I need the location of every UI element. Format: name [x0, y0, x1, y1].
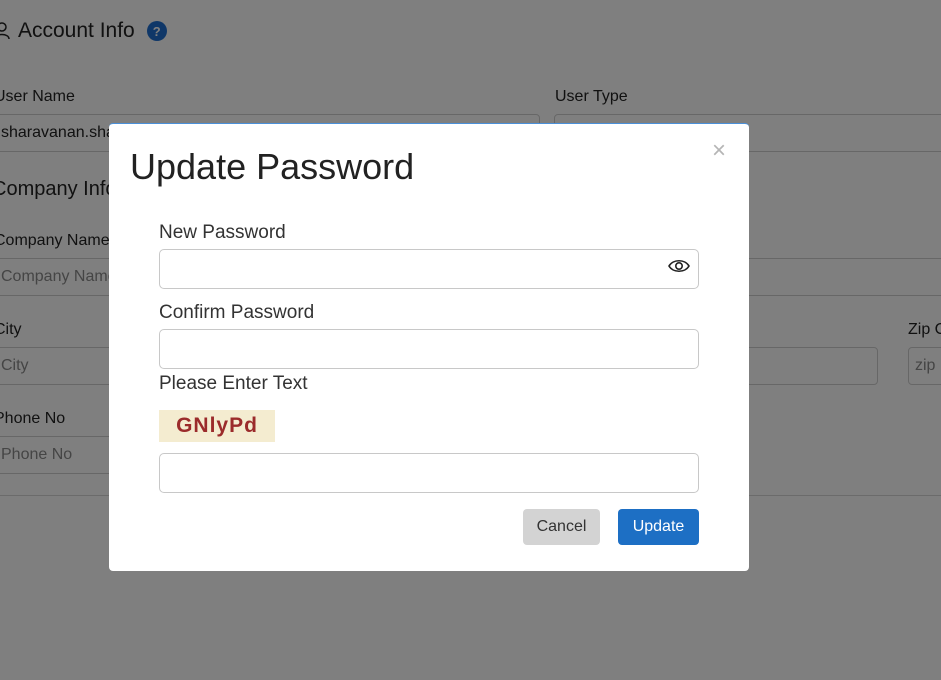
modal-title: Update Password: [130, 146, 415, 187]
cancel-button[interactable]: Cancel: [523, 509, 600, 545]
confirm-password-input[interactable]: [159, 329, 699, 369]
captcha-label: Please Enter Text: [159, 373, 308, 394]
eye-icon[interactable]: [667, 257, 691, 275]
update-password-modal: Update Password × New Password Confirm P…: [109, 123, 749, 571]
update-button[interactable]: Update: [618, 509, 699, 545]
captcha-input[interactable]: [159, 453, 699, 493]
new-password-input[interactable]: [159, 249, 699, 289]
close-icon[interactable]: ×: [709, 139, 729, 163]
new-password-label: New Password: [159, 222, 286, 243]
page: Account Info ? User Name sharavanan.sha …: [0, 0, 941, 680]
confirm-password-label: Confirm Password: [159, 302, 315, 323]
captcha-image: GNlyPd: [159, 410, 275, 442]
